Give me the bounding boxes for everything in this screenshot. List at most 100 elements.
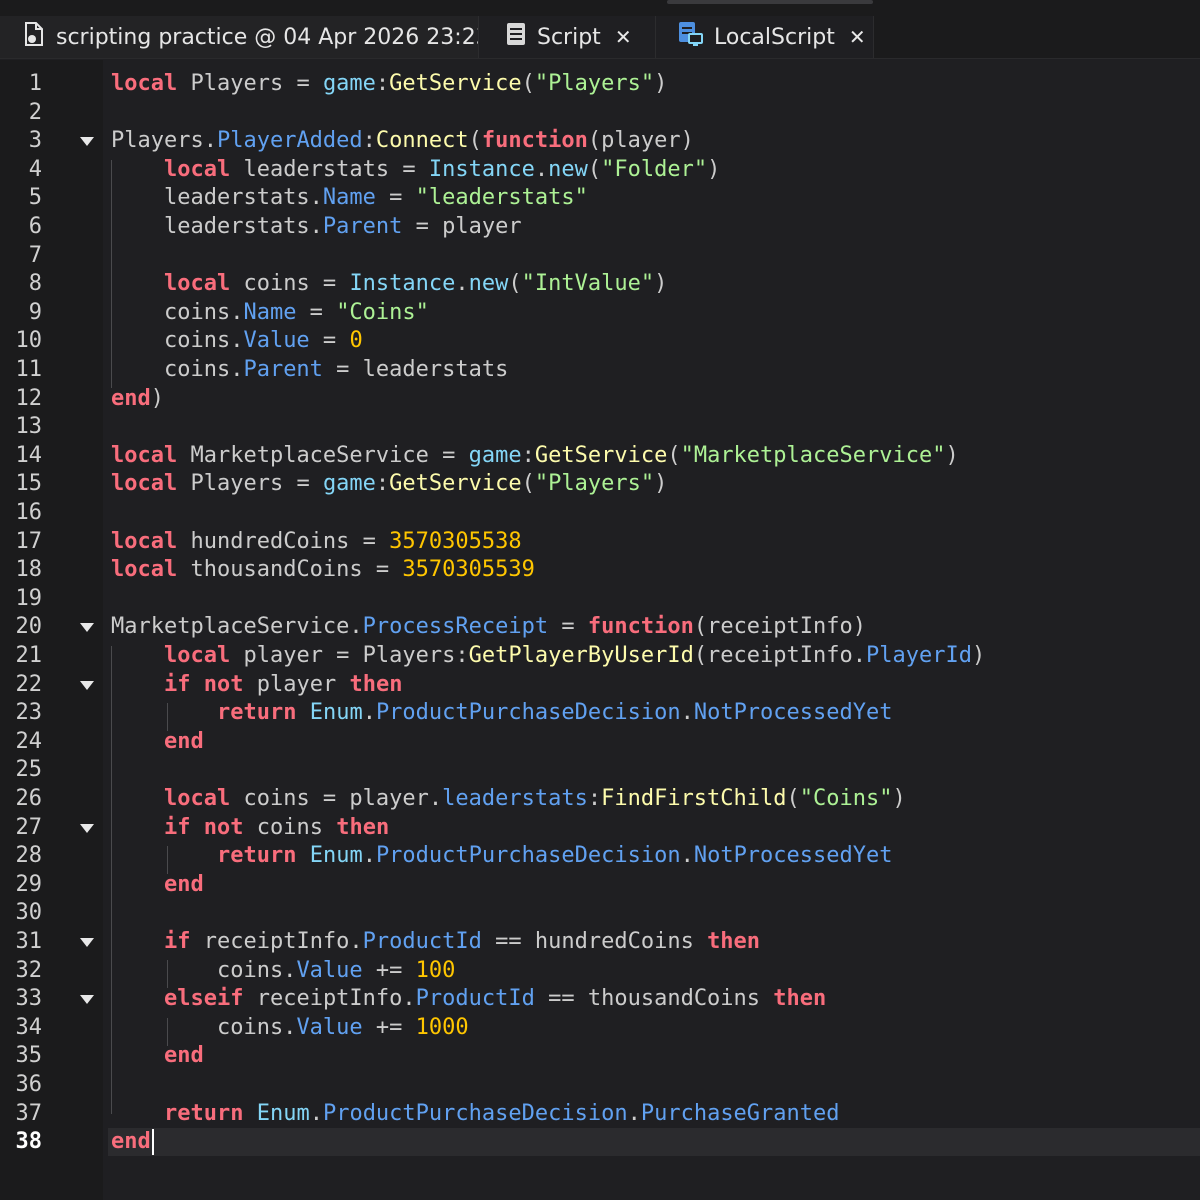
code-line[interactable]: end — [111, 871, 204, 899]
code-line[interactable]: return Enum.ProductPurchaseDecision.NotP… — [111, 699, 893, 727]
close-icon[interactable]: ✕ — [849, 25, 866, 49]
code-token: elseif — [163, 986, 244, 1012]
code-token: == hundredCoins — [481, 929, 708, 954]
code-token: local — [111, 557, 178, 583]
fold-chevron-icon[interactable] — [80, 137, 94, 147]
code-token: = — [309, 328, 350, 354]
code-line[interactable]: leaderstats.Name = "leaderstats" — [111, 184, 588, 212]
code-line[interactable]: if not player then — [111, 671, 402, 699]
code-line[interactable]: local leaderstats = Instance.new("Folder… — [111, 156, 720, 184]
code-token: "IntValue" — [521, 271, 655, 297]
indent-guide — [111, 160, 112, 388]
code-token: ProductId — [415, 986, 535, 1012]
line-number: 19 — [15, 585, 43, 611]
code-token: coins. — [111, 299, 244, 325]
code-token: ProductPurchaseDecision — [375, 843, 681, 869]
fold-chevron-icon[interactable] — [80, 623, 94, 633]
code-token: local — [111, 528, 178, 554]
code-line[interactable]: if not coins then — [111, 814, 389, 842]
fold-chevron-icon[interactable] — [80, 680, 94, 690]
code-line[interactable]: if receiptInfo.ProductId == hundredCoins… — [111, 928, 760, 956]
line-number: 30 — [15, 900, 43, 926]
tab-localscript[interactable]: LocalScript ✕ — [656, 16, 874, 58]
code-line[interactable]: coins.Name = "Coins" — [111, 299, 429, 327]
code-token: : — [375, 71, 390, 96]
code-token: Players = — [177, 71, 323, 96]
code-token: . — [680, 700, 694, 726]
code-line[interactable]: end — [111, 1042, 204, 1070]
close-icon[interactable]: ✕ — [615, 25, 632, 49]
indent-guide — [167, 1018, 168, 1046]
tab-script[interactable]: Script ✕ — [478, 16, 656, 58]
code-token: . — [309, 1100, 323, 1126]
code-token: new — [548, 156, 588, 182]
code-line[interactable]: local coins = Instance.new("IntValue") — [111, 270, 667, 298]
code-line[interactable]: local hundredCoins = 3570305538 — [111, 528, 522, 556]
code-token: coins. — [111, 957, 297, 983]
code-token: += — [362, 1014, 416, 1040]
code-line[interactable]: end) — [111, 385, 164, 413]
code-token: NotProcessedYet — [693, 700, 893, 726]
code-token: = — [375, 185, 416, 211]
code-token: "Coins" — [336, 299, 429, 325]
code-line[interactable]: local player = Players:GetPlayerByUserId… — [111, 642, 985, 670]
code-token: receiptInfo. — [190, 929, 363, 954]
code-line[interactable]: elseif receiptInfo.ProductId == thousand… — [111, 985, 826, 1013]
line-number: 20 — [15, 614, 43, 640]
tab-place[interactable]: scripting practice @ 04 Apr 2026 23:23 ✕ — [0, 16, 520, 58]
line-number: 18 — [15, 557, 43, 583]
line-number: 13 — [15, 414, 43, 440]
code-line[interactable]: end — [111, 728, 204, 756]
code-token: end — [163, 871, 204, 897]
code-line[interactable]: local Players = game:GetService("Players… — [111, 470, 667, 498]
code-token: : — [375, 471, 390, 497]
fold-chevron-icon[interactable] — [80, 938, 94, 947]
line-number: 21 — [15, 643, 43, 668]
code-token: function — [481, 128, 588, 154]
code-token: ProcessReceipt — [362, 614, 549, 640]
code-line[interactable]: local Players = game:GetService("Players… — [111, 70, 667, 98]
line-number: 27 — [15, 814, 43, 840]
code-line[interactable]: coins.Value += 1000 — [111, 1014, 469, 1042]
code-line[interactable]: end — [111, 1128, 151, 1156]
code-token: ProductId — [362, 929, 482, 954]
code-line[interactable]: coins.Parent = leaderstats — [111, 356, 508, 384]
code-token: ( — [521, 71, 535, 96]
code-token: : — [362, 128, 376, 154]
code-line[interactable]: leaderstats.Parent = player — [111, 213, 522, 241]
code-token: then — [773, 986, 827, 1012]
code-token: == thousandCoins — [534, 986, 774, 1012]
code-token: "Coins" — [799, 786, 893, 811]
code-token: local — [111, 471, 178, 497]
code-line[interactable]: Players.PlayerAdded:Connect(function(pla… — [111, 127, 694, 155]
code-token: ) — [707, 156, 721, 182]
code-token: then — [707, 929, 761, 954]
line-number: 36 — [15, 1072, 43, 1097]
code-token: . — [680, 843, 694, 869]
code-token: game — [322, 471, 376, 497]
code-line[interactable]: MarketplaceService.ProcessReceipt = func… — [111, 613, 866, 641]
code-token: 100 — [415, 957, 456, 983]
fold-chevron-icon[interactable] — [80, 995, 94, 1005]
fold-chevron-icon[interactable] — [80, 823, 94, 833]
code-token: ( — [521, 471, 535, 497]
code-token: ( — [667, 442, 681, 468]
code-token: game — [322, 71, 376, 96]
code-line[interactable]: coins.Value += 100 — [111, 957, 455, 985]
code-token: if — [163, 814, 191, 840]
code-line[interactable]: coins.Value = 0 — [111, 327, 363, 355]
code-line[interactable]: return Enum.ProductPurchaseDecision.Purc… — [111, 1100, 840, 1128]
code-line[interactable]: local coins = player.leaderstats:FindFir… — [111, 785, 906, 813]
code-line[interactable]: return Enum.ProductPurchaseDecision.NotP… — [111, 842, 893, 870]
code-line[interactable]: local MarketplaceService = game:GetServi… — [111, 442, 959, 470]
code-line[interactable]: local thousandCoins = 3570305539 — [111, 556, 535, 584]
line-number: 28 — [15, 843, 43, 869]
code-token: . — [534, 156, 549, 182]
line-number: 9 — [28, 299, 42, 325]
